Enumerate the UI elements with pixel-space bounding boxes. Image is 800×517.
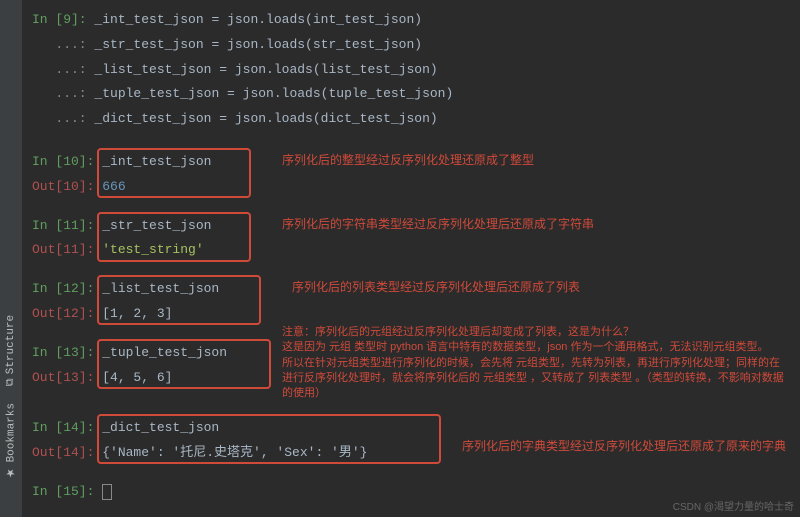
console-content: In [9]: _int_test_json = json.loads(int_… [22, 0, 800, 505]
bookmark-icon: ★ [5, 466, 18, 479]
annotation-int: 序列化后的整型经过反序列化处理还原成了整型 [282, 152, 534, 169]
out-value: {'Name': '托尼.史塔克', 'Sex': '男'} [102, 445, 367, 460]
in-prompt: In [11]: [32, 218, 102, 233]
out-prompt: Out[13]: [32, 370, 102, 385]
cont-prompt: ...: [32, 37, 94, 52]
cont-prompt: ...: [32, 111, 94, 126]
in-prompt: In [9]: [32, 12, 94, 27]
structure-icon: ⧉ [5, 379, 17, 387]
in-prompt: In [14]: [32, 420, 102, 435]
out-prompt: Out[11]: [32, 242, 102, 257]
cell-9: In [9]: _int_test_json = json.loads(int_… [22, 8, 800, 132]
note-line: 这是因为 元组 类型时 python 语言中特有的数据类型，json 作为一个通… [282, 340, 800, 355]
out-prompt: Out[10]: [32, 179, 102, 194]
sidebar-tab-bookmarks[interactable]: ★ Bookmarks [3, 395, 20, 487]
in-prompt: In [15]: [32, 484, 102, 499]
code-line: _str_test_json [102, 218, 211, 233]
annotation-tuple: 注意：序列化后的元组经过反序列化处理后却变成了列表，这是为什么？ 这是因为 元组… [282, 325, 800, 402]
code-line: _dict_test_json = json.loads(dict_test_j… [94, 111, 437, 126]
code-line: _list_test_json [102, 281, 219, 296]
out-value: [1, 2, 3] [102, 306, 172, 321]
cont-prompt: ...: [32, 86, 94, 101]
cont-prompt: ...: [32, 62, 94, 77]
out-value: 666 [102, 179, 125, 194]
watermark: CSDN @渴望力量的哈士奇 [673, 498, 794, 513]
annotation-list: 序列化后的列表类型经过反序列化处理后还原成了列表 [292, 279, 580, 296]
in-prompt: In [12]: [32, 281, 102, 296]
sidebar-tab-structure[interactable]: ⧉ Structure [3, 307, 19, 394]
note-line: 的使用） [282, 386, 800, 401]
code-line: _int_test_json = json.loads(int_test_jso… [94, 12, 422, 27]
cell-11: In [11]: _str_test_json Out[11]: 'test_s… [22, 214, 800, 264]
out-prompt: Out[12]: [32, 306, 102, 321]
sidebar-label-structure: Structure [5, 315, 17, 374]
note-line: 进行反序列化处理时，就会将序列化后的 元组类型 ，又转成了 列表类型 。（类型的… [282, 371, 800, 386]
code-line: _list_test_json = json.loads(list_test_j… [94, 62, 437, 77]
code-line: _dict_test_json [102, 420, 219, 435]
annotation-dict: 序列化后的字典类型经过反序列化处理后还原成了原来的字典 [462, 438, 786, 455]
out-prompt: Out[14]: [32, 445, 102, 460]
in-prompt: In [13]: [32, 345, 102, 360]
cursor[interactable] [102, 484, 112, 500]
in-prompt: In [10]: [32, 154, 102, 169]
code-line: _tuple_test_json [102, 345, 227, 360]
cell-13: In [13]: _tuple_test_json Out[13]: [4, 5… [22, 341, 800, 391]
out-value: [4, 5, 6] [102, 370, 172, 385]
cell-12: In [12]: _list_test_json Out[12]: [1, 2,… [22, 277, 800, 327]
out-value: 'test_string' [102, 242, 203, 257]
cell-10: In [10]: _int_test_json Out[10]: 666 序列化… [22, 150, 800, 200]
cell-14: In [14]: _dict_test_json Out[14]: {'Name… [22, 416, 800, 466]
code-line: _str_test_json = json.loads(str_test_jso… [94, 37, 422, 52]
code-line: _tuple_test_json = json.loads(tuple_test… [94, 86, 453, 101]
note-line: 注意：序列化后的元组经过反序列化处理后却变成了列表，这是为什么？ [282, 325, 800, 340]
annotation-str: 序列化后的字符串类型经过反序列化处理后还原成了字符串 [282, 216, 594, 233]
note-line: 所以在针对元组类型进行序列化的时候，会先将 元组类型，先转为列表，再进行序列化处… [282, 356, 800, 371]
code-line: _int_test_json [102, 154, 211, 169]
sidebar-label-bookmarks: Bookmarks [5, 403, 17, 462]
ide-sidebar: ⧉ Structure ★ Bookmarks [0, 0, 22, 517]
